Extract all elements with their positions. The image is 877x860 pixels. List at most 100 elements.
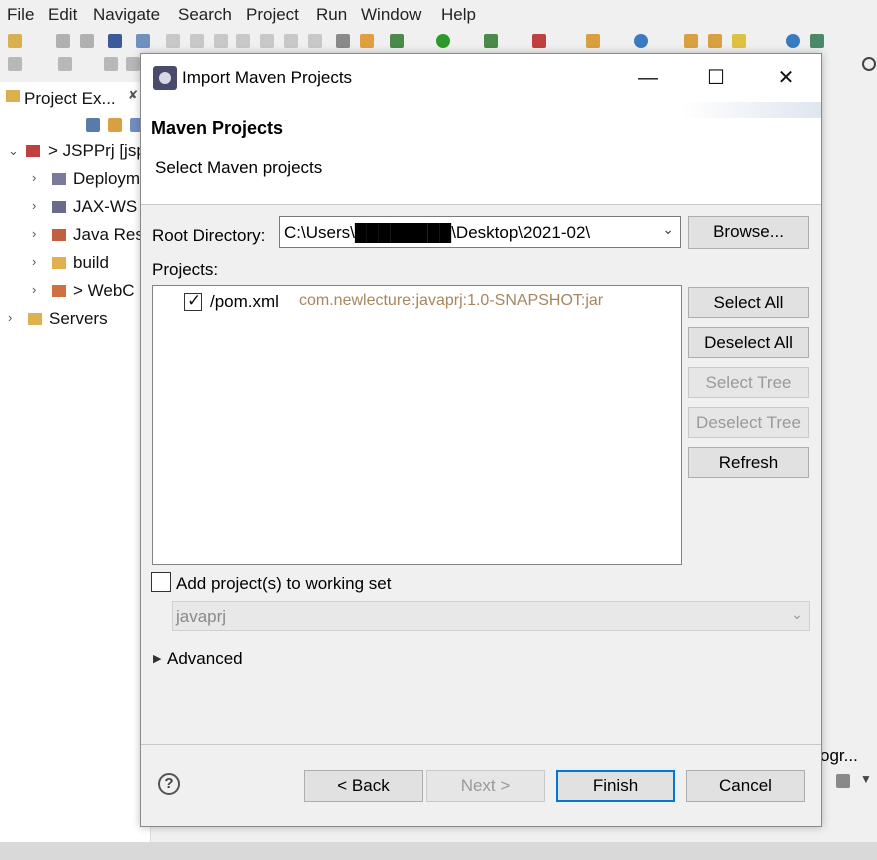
step-over-icon[interactable] [284, 34, 298, 48]
menu-run[interactable]: Run [316, 5, 347, 25]
view-menu-icon[interactable] [836, 774, 850, 788]
chevron-down-icon[interactable]: ▼ [860, 772, 872, 786]
terminal-icon[interactable] [108, 34, 122, 48]
save-all-icon[interactable] [80, 34, 94, 48]
menu-edit[interactable]: Edit [48, 5, 77, 25]
step-return-icon[interactable] [308, 34, 322, 48]
select-all-button[interactable]: Select All [688, 287, 809, 318]
last-edit-icon[interactable] [58, 57, 72, 71]
chevron-right-icon[interactable]: › [32, 226, 36, 241]
web-browser-icon[interactable] [786, 34, 800, 48]
deselect-all-button[interactable]: Deselect All [688, 327, 809, 358]
explorer-tab[interactable]: Project Ex... ✘ [0, 82, 148, 112]
close-icon[interactable]: ✕ [763, 62, 809, 94]
projects-list[interactable]: ✓ /pom.xml com.newlecture:javaprj:1.0-SN… [152, 285, 682, 565]
tree-item-jaxws[interactable]: › JAX-WS [0, 194, 150, 220]
back-button[interactable]: < Back [304, 770, 423, 802]
build-icon[interactable] [360, 34, 374, 48]
advanced-toggle[interactable]: Advanced [167, 649, 243, 669]
browse-button[interactable]: Browse... [688, 216, 809, 249]
collapse-all-icon[interactable] [86, 118, 100, 132]
menu-project[interactable]: Project [246, 5, 299, 25]
tree-item-webcontent[interactable]: › > WebC [0, 278, 150, 304]
suspend-icon[interactable] [190, 34, 204, 48]
deselect-tree-button[interactable]: Deselect Tree [688, 407, 809, 438]
finish-button[interactable]: Finish [556, 770, 675, 802]
chevron-down-icon[interactable]: ⌄ [8, 143, 19, 159]
web-project-icon [26, 145, 40, 157]
chevron-down-icon[interactable]: ⌄ [662, 221, 674, 238]
web-folder-icon [52, 285, 66, 297]
maximize-icon[interactable]: ☐ [693, 62, 739, 94]
save-icon[interactable] [56, 34, 70, 48]
tree-item-jspprj[interactable]: ⌄ > JSPPrj [jsp [0, 138, 150, 164]
tree-item-servers[interactable]: › Servers [0, 306, 150, 332]
search-tool-icon[interactable] [732, 34, 746, 48]
menu-file[interactable]: File [7, 5, 34, 25]
next-button[interactable]: Next > [426, 770, 545, 802]
eclipse-icon-inner [159, 72, 171, 84]
close-icon[interactable]: ✘ [128, 88, 138, 102]
run-icon[interactable] [436, 34, 450, 48]
coverage-icon[interactable] [484, 34, 498, 48]
refresh-button[interactable]: Refresh [688, 447, 809, 478]
annotation-icon[interactable] [8, 57, 22, 71]
menu-help[interactable]: Help [441, 5, 476, 25]
chevron-right-icon[interactable]: › [32, 170, 36, 185]
select-tree-button[interactable]: Select Tree [688, 367, 809, 398]
resume-icon[interactable] [166, 34, 180, 48]
root-directory-combo[interactable]: C:\Users\████████\Desktop\2021-02\ ⌄ [279, 216, 681, 248]
main-toolbar [0, 30, 877, 52]
drop-frame-icon[interactable] [336, 34, 350, 48]
step-into-icon[interactable] [260, 34, 274, 48]
menu-window[interactable]: Window [361, 5, 421, 25]
project-name: /pom.xml [210, 292, 279, 311]
tree-item-label: Java Res [73, 225, 144, 244]
footer-divider [141, 744, 821, 745]
menu-search[interactable]: Search [178, 5, 232, 25]
list-item[interactable]: ✓ /pom.xml com.newlecture:javaprj:1.0-SN… [153, 286, 681, 316]
project-checkbox[interactable]: ✓ [184, 291, 202, 311]
tree-item-label: Deploym [73, 169, 141, 188]
chevron-right-icon[interactable]: › [8, 310, 12, 325]
terminate-icon[interactable] [214, 34, 228, 48]
link-editor-icon[interactable] [108, 118, 122, 132]
progress-tab-label[interactable]: ogr... [820, 746, 858, 766]
chevron-right-icon[interactable]: ▶ [153, 652, 161, 665]
tree-item-java-resources[interactable]: › Java Res [0, 222, 150, 248]
menu-bar: File Edit Navigate Search Project Run Wi… [0, 0, 877, 30]
working-set-label[interactable]: Add project(s) to working set [176, 574, 391, 594]
dialog-titlebar[interactable]: Import Maven Projects — ☐ ✕ [141, 54, 821, 102]
cancel-button[interactable]: Cancel [686, 770, 805, 802]
new-icon[interactable] [8, 34, 22, 48]
chevron-right-icon[interactable]: › [32, 254, 36, 269]
chevron-right-icon[interactable]: › [32, 198, 36, 213]
debug-icon[interactable] [390, 34, 404, 48]
help-icon[interactable]: ? [158, 773, 180, 795]
chevron-right-icon[interactable]: › [32, 282, 36, 297]
jaxws-icon [52, 201, 66, 213]
chevron-down-icon[interactable]: ⌄ [791, 606, 803, 623]
search-icon[interactable] [862, 57, 876, 71]
java-resources-icon [52, 229, 66, 241]
new-class-icon[interactable] [634, 34, 648, 48]
skip-icon[interactable] [136, 34, 150, 48]
tree-item-deployment[interactable]: › Deploym [0, 166, 150, 192]
tree-item-label: JAX-WS [73, 197, 138, 216]
menu-navigate[interactable]: Navigate [93, 5, 160, 25]
back-nav-icon[interactable] [104, 57, 118, 71]
tree-item-build[interactable]: › build [0, 250, 150, 276]
working-set-checkbox[interactable] [151, 572, 171, 592]
disconnect-icon[interactable] [236, 34, 250, 48]
new-server-icon[interactable] [586, 34, 600, 48]
deploy-icon[interactable] [810, 34, 824, 48]
working-set-combo[interactable]: javaprj ⌄ [172, 601, 810, 631]
open-resource-icon[interactable] [708, 34, 722, 48]
tree-item-label: > WebC [73, 281, 135, 300]
eclipse-icon [153, 66, 177, 90]
forward-nav-icon[interactable] [126, 57, 140, 71]
root-directory-label: Root Directory: [152, 226, 266, 245]
open-type-icon[interactable] [684, 34, 698, 48]
minimize-icon[interactable]: — [625, 62, 671, 94]
external-tools-icon[interactable] [532, 34, 546, 48]
